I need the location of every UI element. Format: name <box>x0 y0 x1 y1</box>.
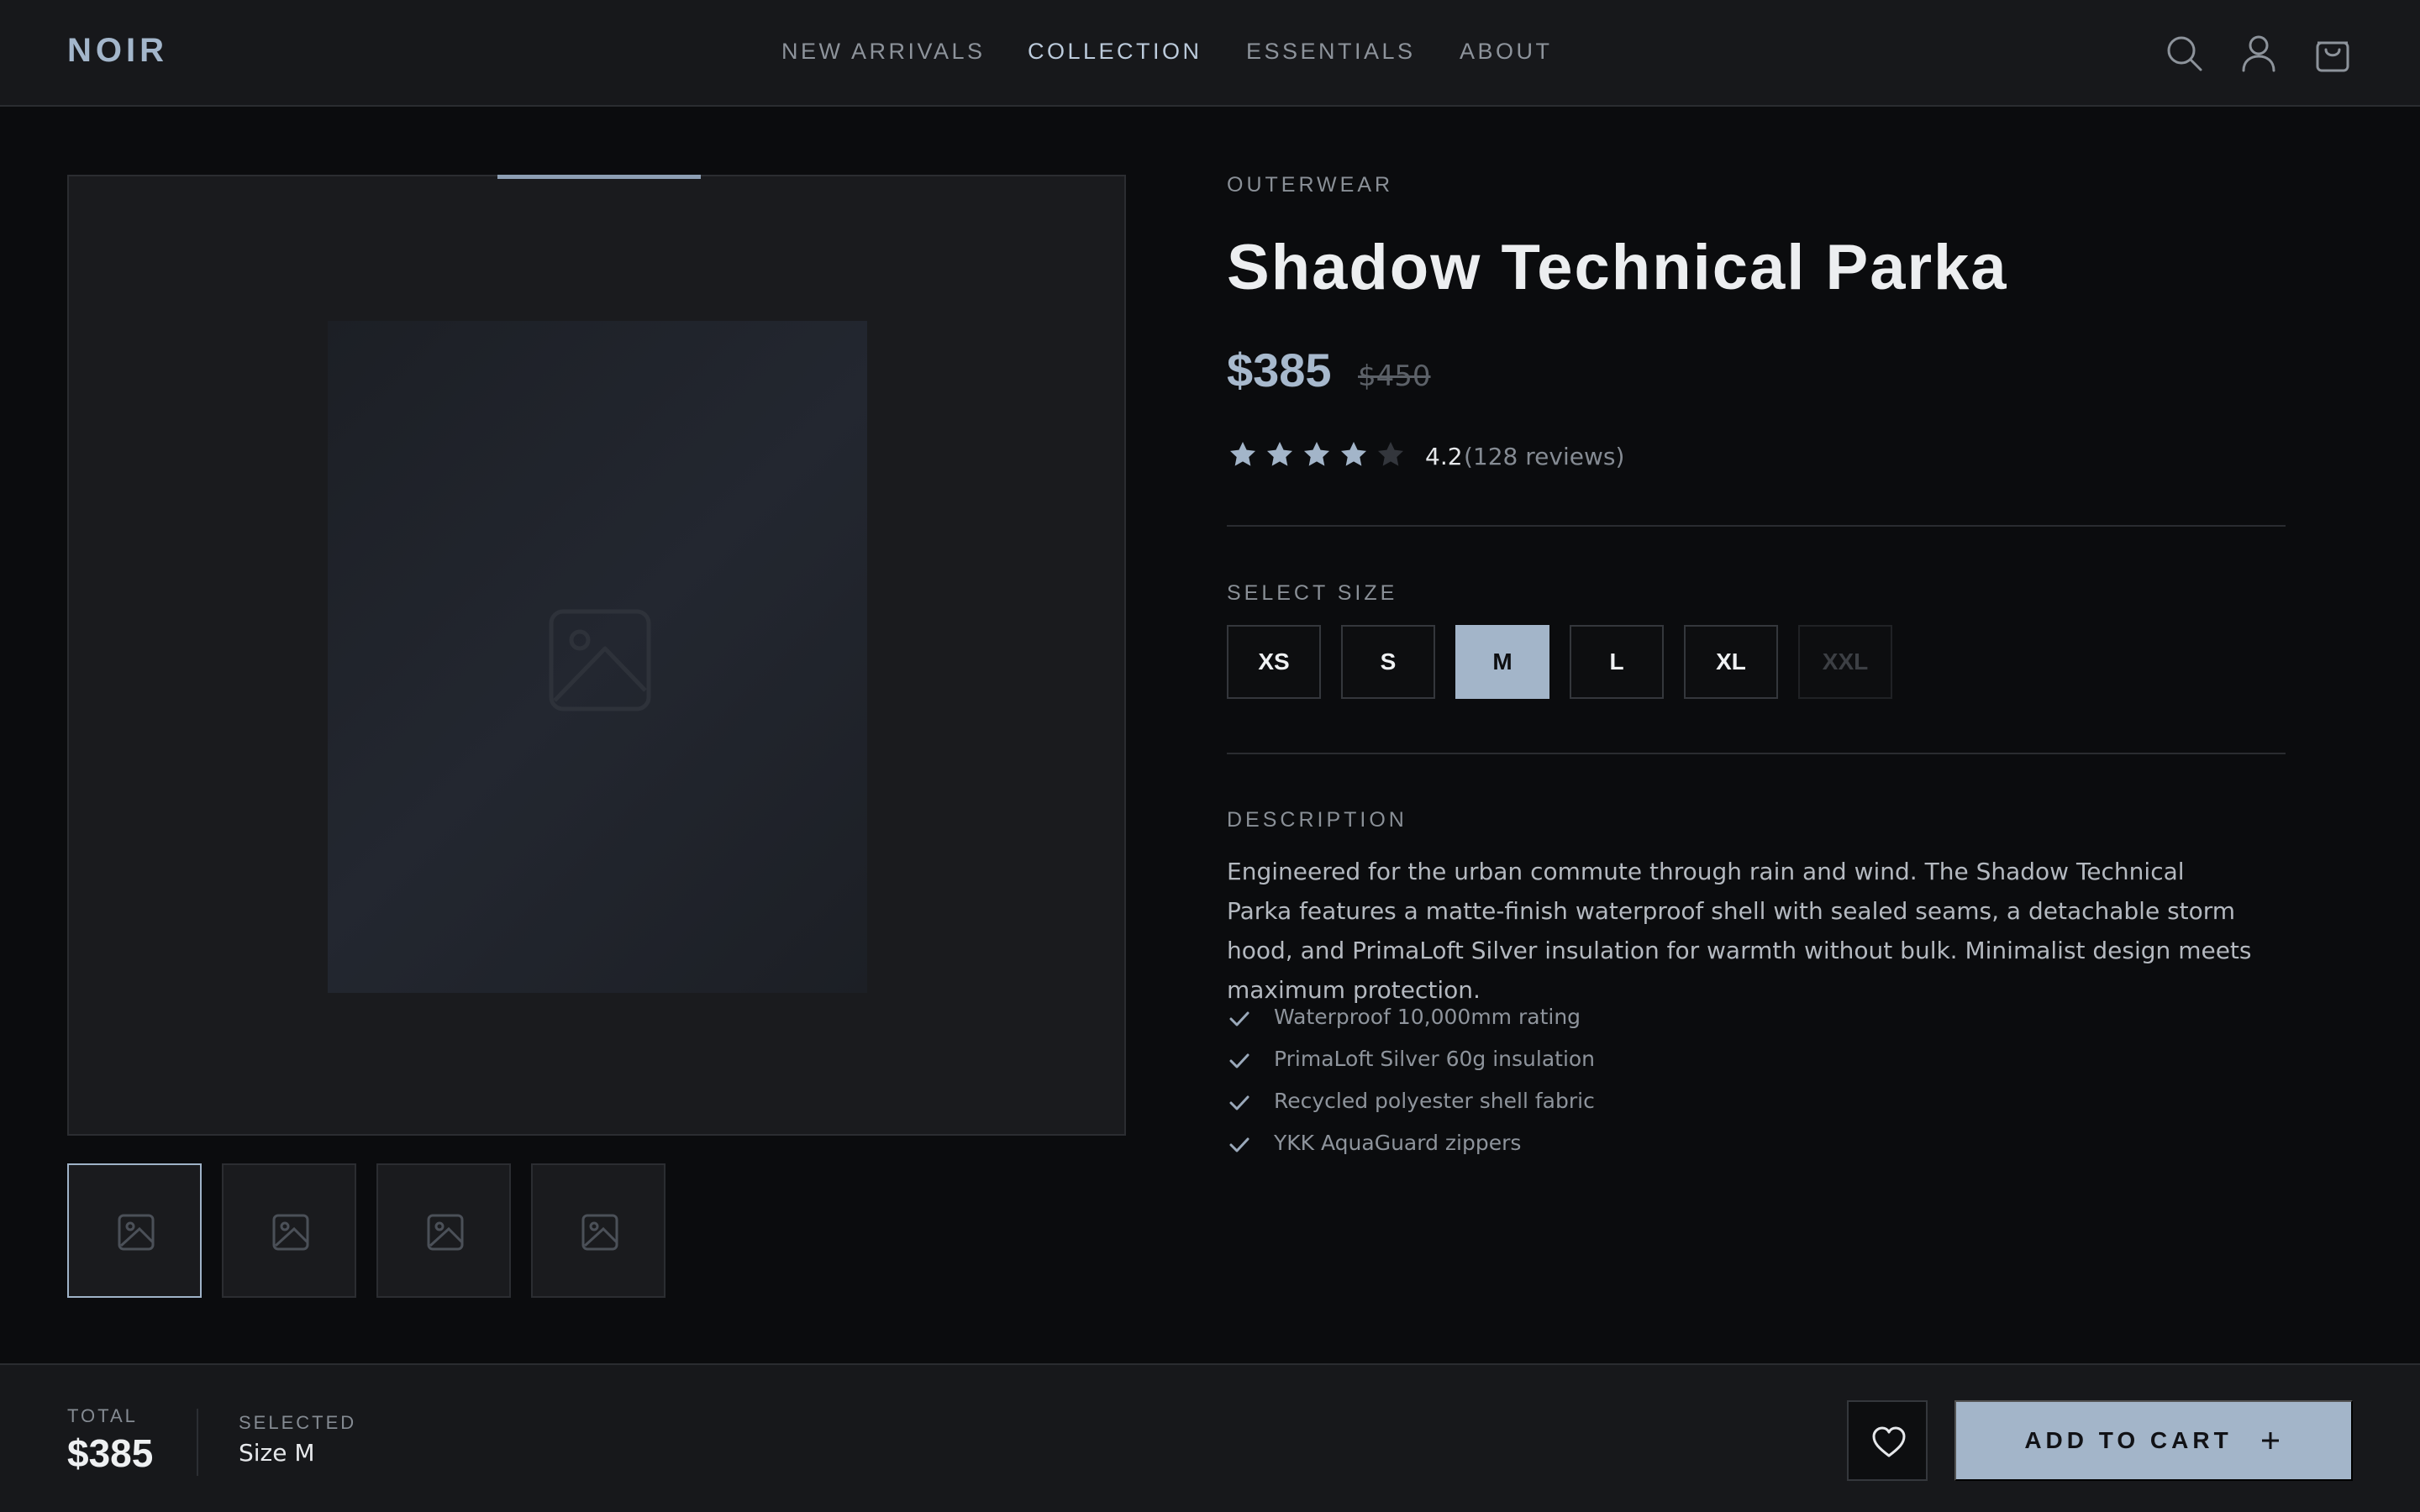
thumbnail-2[interactable] <box>222 1163 356 1298</box>
plus-icon <box>2261 1432 2279 1449</box>
image-icon <box>272 1214 309 1251</box>
product-price: $385 <box>1227 344 1332 396</box>
size-l-button[interactable]: L <box>1570 625 1664 699</box>
reviews-link[interactable]: (128 reviews) <box>1464 443 1624 470</box>
size-xl-button[interactable]: XL <box>1684 625 1778 699</box>
feature-text: PrimaLoft Silver 60g insulation <box>1274 1047 1596 1071</box>
product-photo-placeholder <box>328 321 867 993</box>
divider <box>1227 753 2286 754</box>
size-s-button[interactable]: S <box>1341 625 1435 699</box>
divider <box>1227 525 2286 527</box>
star-icon <box>1266 441 1293 466</box>
star-empty-icon <box>1377 441 1404 466</box>
image-icon <box>546 606 654 714</box>
image-icon <box>118 1214 155 1251</box>
site-header: NOIR NEW ARRIVALS COLLECTION ESSENTIALS … <box>0 0 2420 107</box>
thumbnail-1[interactable] <box>67 1163 202 1298</box>
divider <box>197 1409 198 1476</box>
wishlist-button[interactable] <box>1847 1400 1928 1481</box>
product-category: OUTERWEAR <box>1227 173 1394 197</box>
main-nav: NEW ARRIVALS COLLECTION ESSENTIALS ABOUT <box>0 39 2420 72</box>
check-icon <box>1229 1011 1249 1026</box>
thumbnail-3[interactable] <box>376 1163 511 1298</box>
check-icon <box>1229 1095 1249 1110</box>
image-indicator <box>497 175 701 179</box>
thumbnail-4[interactable] <box>531 1163 666 1298</box>
star-icon <box>1303 441 1330 466</box>
check-icon <box>1229 1137 1249 1152</box>
heart-icon <box>1872 1426 1906 1457</box>
star-icon <box>1229 441 1256 466</box>
star-icon <box>1340 441 1367 466</box>
add-to-cart-label: ADD TO CART <box>2024 1427 2233 1453</box>
feature-text: YKK AquaGuard zippers <box>1274 1131 1522 1155</box>
main-product-image[interactable] <box>67 175 1126 1136</box>
sticky-cart-bar: TOTAL $385 SELECTED Size M ADD TO CART <box>0 1363 2420 1512</box>
nav-essentials[interactable]: ESSENTIALS <box>1246 39 1416 65</box>
size-xs-button[interactable]: XS <box>1227 625 1321 699</box>
size-xxl-button: XXL <box>1798 625 1892 699</box>
nav-about[interactable]: ABOUT <box>1460 39 1553 65</box>
user-icon[interactable] <box>2237 32 2281 76</box>
feature-text: Recycled polyester shell fabric <box>1274 1089 1595 1113</box>
search-icon[interactable] <box>2163 32 2207 76</box>
selected-size-value: Size M <box>239 1439 315 1467</box>
image-icon <box>581 1214 618 1251</box>
description-label: DESCRIPTION <box>1227 808 1407 832</box>
shopping-bag-icon[interactable] <box>2311 32 2354 76</box>
feature-text: Waterproof 10,000mm rating <box>1274 1005 1581 1029</box>
product-description: Engineered for the urban commute through… <box>1227 858 2252 1004</box>
nav-new-arrivals[interactable]: NEW ARRIVALS <box>781 39 986 65</box>
selected-label: SELECTED <box>239 1412 357 1433</box>
size-label: SELECT SIZE <box>1227 581 1398 605</box>
product-title: Shadow Technical Parka <box>1227 232 2008 303</box>
total-value: $385 <box>67 1431 154 1475</box>
check-icon <box>1229 1053 1249 1068</box>
image-icon <box>427 1214 464 1251</box>
add-to-cart-button[interactable]: ADD TO CART <box>1954 1400 2353 1481</box>
rating-value: 4.2 <box>1425 443 1463 470</box>
size-m-button[interactable]: M <box>1455 625 1549 699</box>
total-label: TOTAL <box>67 1405 138 1426</box>
nav-collection[interactable]: COLLECTION <box>1028 39 1202 65</box>
original-price: $450 <box>1358 360 1431 393</box>
